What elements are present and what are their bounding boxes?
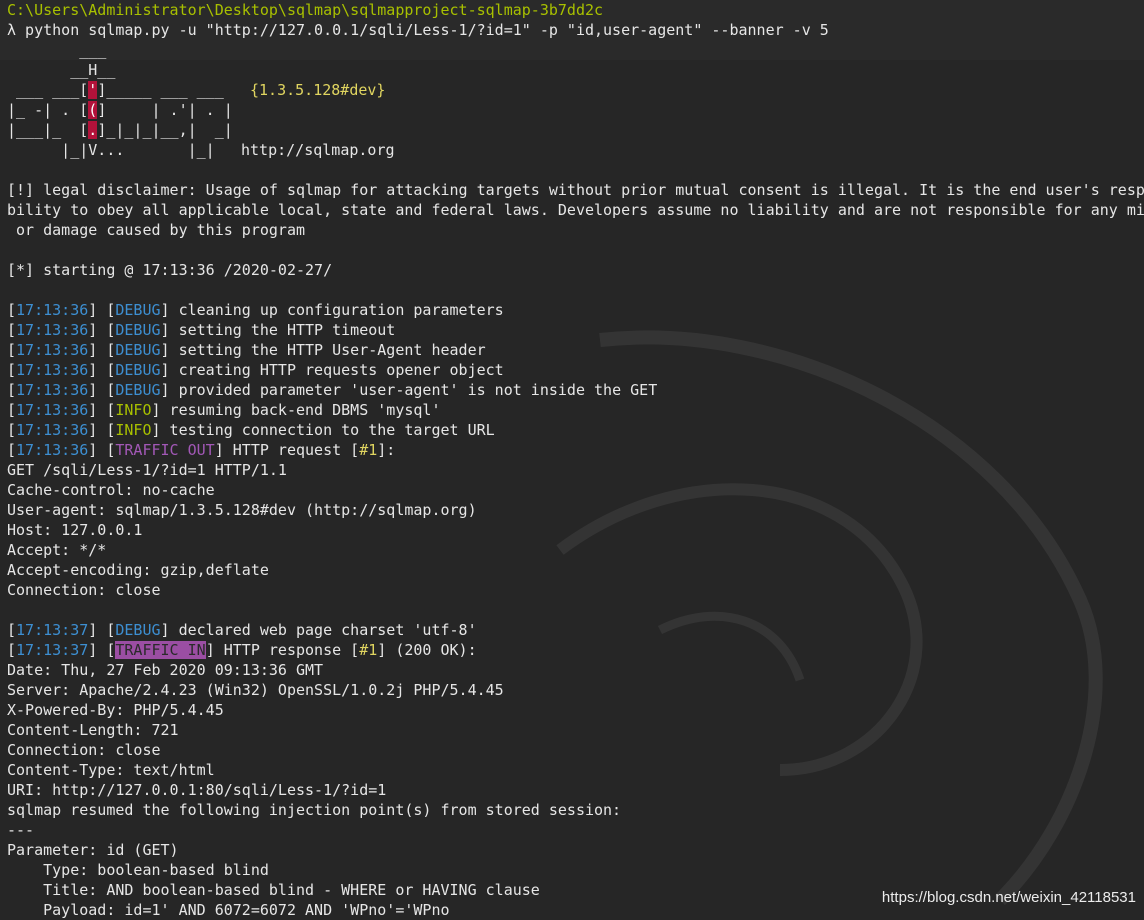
prompt-path: C:\Users\Administrator\Desktop\sqlmap\sq… (7, 1, 604, 19)
sqlmap-ascii-logo: ___ __H__ ___ ___[']_____ ___ ___ |_ -| … (7, 41, 233, 159)
log-time: 17:13:36 (16, 381, 89, 399)
response-line: URI: http://127.0.0.1:80/sqli/Less-1/?id… (7, 781, 387, 799)
log-message: setting the HTTP timeout (169, 321, 396, 339)
response-line: Connection: close (7, 741, 161, 759)
banner-url: http://sqlmap.org (241, 141, 395, 159)
request-line: User-agent: sqlmap/1.3.5.128#dev (http:/… (7, 501, 477, 519)
log-message: testing connection to the target URL (160, 421, 495, 439)
log-level: DEBUG (115, 621, 161, 639)
response-line: --- (7, 821, 35, 839)
command-line: λ python sqlmap.py -u "http://127.0.0.1/… (7, 21, 829, 39)
log-time: 17:13:36 (16, 421, 89, 439)
response-number: #1 (359, 641, 378, 659)
log-line: [17:13:36] [INFO] resuming back-end DBMS… (7, 401, 441, 419)
log-level: TRAFFIC OUT (115, 441, 215, 459)
log-time: 17:13:36 (16, 341, 89, 359)
log-level: INFO (115, 401, 152, 419)
log-message: provided parameter 'user-agent' is not i… (169, 381, 658, 399)
log-level: INFO (115, 421, 152, 439)
log-message: HTTP request [ (223, 441, 360, 459)
log-line: [17:13:36] [INFO] testing connection to … (7, 421, 495, 439)
starting-line: [*] starting @ 17:13:36 /2020-02-27/ (7, 261, 333, 279)
log-line: [17:13:36] [DEBUG] cleaning up configura… (7, 301, 504, 319)
log-message-end: ]: (377, 441, 396, 459)
request-line: Cache-control: no-cache (7, 481, 215, 499)
response-line: Content-Type: text/html (7, 761, 215, 779)
log-message: declared web page charset 'utf-8' (169, 621, 477, 639)
blog-watermark: https://blog.csdn.net/weixin_42118531 (881, 889, 1136, 906)
response-line: X-Powered-By: PHP/5.4.45 (7, 701, 224, 719)
disclaimer-line-1: [!] legal disclaimer: Usage of sqlmap fo… (7, 181, 1144, 199)
log-line: [17:13:36] [DEBUG] setting the HTTP time… (7, 321, 396, 339)
log-time: 17:13:37 (16, 621, 89, 639)
response-line: Date: Thu, 27 Feb 2020 09:13:36 GMT (7, 661, 324, 679)
log-level: DEBUG (115, 321, 161, 339)
log-message: resuming back-end DBMS 'mysql' (160, 401, 441, 419)
request-line: Connection: close (7, 581, 161, 599)
log-time: 17:13:36 (16, 401, 89, 419)
log-level: DEBUG (115, 361, 161, 379)
traffic-in-line: [17:13:37] [TRAFFIC IN] HTTP response [#… (7, 641, 477, 659)
log-time: 17:13:37 (16, 641, 89, 659)
log-time: 17:13:36 (16, 321, 89, 339)
request-line: GET /sqli/Less-1/?id=1 HTTP/1.1 (7, 461, 287, 479)
response-line: Parameter: id (GET) (7, 841, 179, 859)
log-level: DEBUG (115, 381, 161, 399)
disclaimer-line-3: or damage caused by this program (7, 221, 306, 239)
response-line: sqlmap resumed the following injection p… (7, 801, 622, 819)
log-time: 17:13:36 (16, 361, 89, 379)
log-time: 17:13:36 (16, 301, 89, 319)
log-level: DEBUG (115, 341, 161, 359)
banner-version: {1.3.5.128#dev} (250, 81, 386, 99)
log-message: cleaning up configuration parameters (169, 301, 504, 319)
request-number: #1 (359, 441, 378, 459)
response-line: Server: Apache/2.4.23 (Win32) OpenSSL/1.… (7, 681, 504, 699)
request-line: Host: 127.0.0.1 (7, 521, 143, 539)
response-line: Content-Length: 721 (7, 721, 179, 739)
log-line: [17:13:36] [DEBUG] setting the HTTP User… (7, 341, 486, 359)
log-message: creating HTTP requests opener object (169, 361, 504, 379)
log-level: TRAFFIC IN (115, 641, 206, 659)
log-line: [17:13:36] [DEBUG] creating HTTP request… (7, 361, 504, 379)
log-level: DEBUG (115, 301, 161, 319)
log-time: 17:13:36 (16, 441, 89, 459)
response-line: Type: boolean-based blind (7, 861, 269, 879)
log-message-end: ] (200 OK): (377, 641, 477, 659)
log-message: setting the HTTP User-Agent header (169, 341, 486, 359)
log-line: [17:13:37] [DEBUG] declared web page cha… (7, 621, 477, 639)
log-message: HTTP response [ (214, 641, 360, 659)
traffic-out-line: [17:13:36] [TRAFFIC OUT] HTTP request [#… (7, 441, 396, 459)
log-line: [17:13:36] [DEBUG] provided parameter 'u… (7, 381, 658, 399)
request-line: Accept-encoding: gzip,deflate (7, 561, 269, 579)
disclaimer-line-2: bility to obey all applicable local, sta… (7, 201, 1144, 219)
request-line: Accept: */* (7, 541, 107, 559)
